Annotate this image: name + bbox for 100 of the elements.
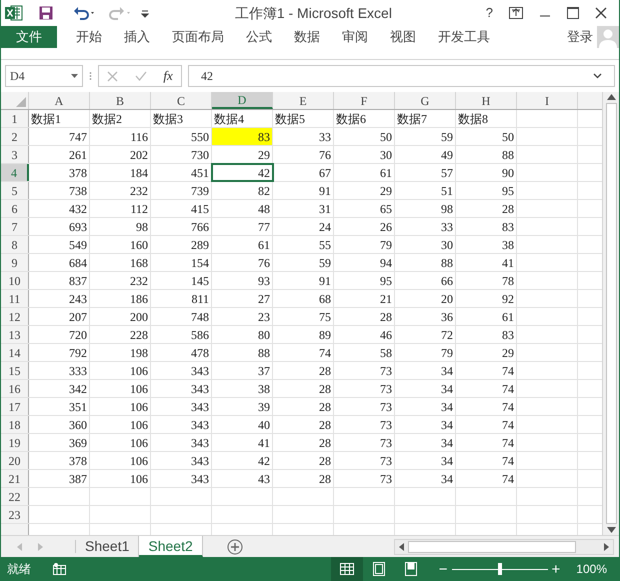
file-tab[interactable]: 文件 — [1, 26, 57, 48]
close-icon[interactable] — [595, 7, 607, 19]
table-cell: 74 — [273, 344, 334, 361]
row-header[interactable]: 15 — [1, 362, 29, 379]
column-header[interactable]: B — [90, 92, 151, 109]
row-header[interactable]: 19 — [1, 434, 29, 451]
table-cell: 387 — [29, 470, 90, 487]
save-icon[interactable] — [39, 6, 53, 20]
table-cell: 78 — [456, 272, 517, 289]
row-header[interactable]: 4 — [1, 164, 29, 181]
table-cell: 75 — [273, 308, 334, 325]
undo-icon[interactable] — [73, 6, 97, 20]
row-header[interactable]: 17 — [1, 398, 29, 415]
table-cell: 432 — [29, 200, 90, 217]
column-header[interactable]: D — [212, 92, 273, 109]
table-cell: 73 — [334, 398, 395, 415]
add-sheet-icon[interactable] — [226, 538, 243, 554]
row-header[interactable]: 23 — [1, 506, 29, 523]
row-header[interactable]: 14 — [1, 344, 29, 361]
table-cell: 28 — [273, 416, 334, 433]
table-cell: 351 — [29, 398, 90, 415]
row-header[interactable]: 18 — [1, 416, 29, 433]
column-header[interactable]: I — [517, 92, 578, 109]
ribbon-tab[interactable]: 插入 — [113, 26, 161, 48]
table-cell: 42 — [212, 164, 273, 181]
excel-logo-icon[interactable] — [5, 5, 23, 21]
table-cell: 34 — [395, 452, 456, 469]
row-header[interactable]: 2 — [1, 128, 29, 145]
table-cell: 28 — [273, 398, 334, 415]
horizontal-scrollbar[interactable] — [394, 538, 614, 554]
table-cell: 34 — [395, 380, 456, 397]
scroll-up-icon[interactable] — [606, 94, 616, 100]
scroll-right-icon[interactable] — [604, 542, 609, 550]
row-header[interactable]: 3 — [1, 146, 29, 163]
table-cell: 48 — [212, 200, 273, 217]
macro-record-icon[interactable] — [53, 563, 66, 575]
insert-function-button[interactable]: fx — [163, 66, 173, 86]
row-header[interactable]: 5 — [1, 182, 29, 199]
column-header[interactable]: E — [273, 92, 334, 109]
row-header[interactable]: 12 — [1, 308, 29, 325]
expand-icon[interactable] — [593, 73, 602, 79]
table-cell: 76 — [273, 146, 334, 163]
ribbon-tab[interactable]: 审阅 — [331, 26, 379, 48]
zoom-in-button[interactable]: + — [552, 562, 560, 576]
ribbon-tab[interactable]: 开发工具 — [427, 26, 501, 48]
scroll-left-icon[interactable] — [399, 542, 404, 550]
table-cell: 33 — [395, 218, 456, 235]
table-cell: 730 — [151, 146, 212, 163]
scroll-down-icon[interactable] — [606, 527, 616, 533]
table-cell: 27 — [212, 290, 273, 307]
table-cell: 378 — [29, 164, 90, 181]
column-header[interactable]: F — [334, 92, 395, 109]
column-header[interactable]: A — [29, 92, 90, 109]
column-header[interactable]: H — [456, 92, 517, 109]
table-cell: 36 — [395, 308, 456, 325]
customize-icon[interactable] — [141, 8, 149, 18]
view-button[interactable] — [330, 557, 363, 581]
table-cell: 数据5 — [273, 110, 334, 127]
zoom-out-button[interactable]: − — [438, 562, 448, 576]
row-header[interactable]: 8 — [1, 236, 29, 253]
sheet-tab[interactable]: Sheet2 — [139, 536, 203, 557]
ribbon-tab[interactable]: 页面布局 — [161, 26, 235, 48]
row-header[interactable]: 1 — [1, 110, 29, 127]
ribbon-tab[interactable]: 数据 — [283, 26, 331, 48]
row-header[interactable]: 16 — [1, 380, 29, 397]
zoom-slider-thumb[interactable] — [498, 563, 502, 575]
help-button[interactable]: ? — [478, 3, 501, 23]
zoom-level[interactable]: 100% — [576, 560, 607, 578]
table-cell: 369 — [29, 434, 90, 451]
table-cell: 106 — [90, 380, 151, 397]
vertical-scrollbar[interactable] — [602, 92, 619, 535]
row-header[interactable]: 10 — [1, 272, 29, 289]
row-header[interactable]: 22 — [1, 488, 29, 505]
table-cell: 74 — [456, 470, 517, 487]
row-header[interactable]: 21 — [1, 470, 29, 487]
name-box[interactable]: D4 — [5, 65, 83, 87]
table-cell: 65 — [334, 200, 395, 217]
row-header[interactable]: 9 — [1, 254, 29, 271]
table-cell: 478 — [151, 344, 212, 361]
ribbon-tab[interactable]: 视图 — [379, 26, 427, 48]
maximize-icon[interactable] — [567, 7, 579, 19]
ribbon-tab[interactable]: 公式 — [235, 26, 283, 48]
ribbon-tab[interactable]: 开始 — [65, 26, 113, 48]
ribbon-display-icon[interactable] — [509, 7, 523, 19]
table-cell: 83 — [456, 326, 517, 343]
row-header[interactable]: 7 — [1, 218, 29, 235]
table-cell: 168 — [90, 254, 151, 271]
row-header[interactable]: 20 — [1, 452, 29, 469]
table-cell: 41 — [456, 254, 517, 271]
row-header[interactable]: 6 — [1, 200, 29, 217]
table-cell: 739 — [151, 182, 212, 199]
sign-in-link[interactable]: 登录 — [567, 26, 593, 48]
formula-field[interactable]: 42 — [188, 65, 615, 87]
row-header[interactable]: 11 — [1, 290, 29, 307]
table-cell: 28 — [456, 200, 517, 217]
row-header[interactable]: 13 — [1, 326, 29, 343]
table-cell: 88 — [395, 254, 456, 271]
column-header[interactable]: G — [395, 92, 456, 109]
table-cell: 28 — [334, 308, 395, 325]
zoom-slider[interactable] — [452, 563, 548, 575]
